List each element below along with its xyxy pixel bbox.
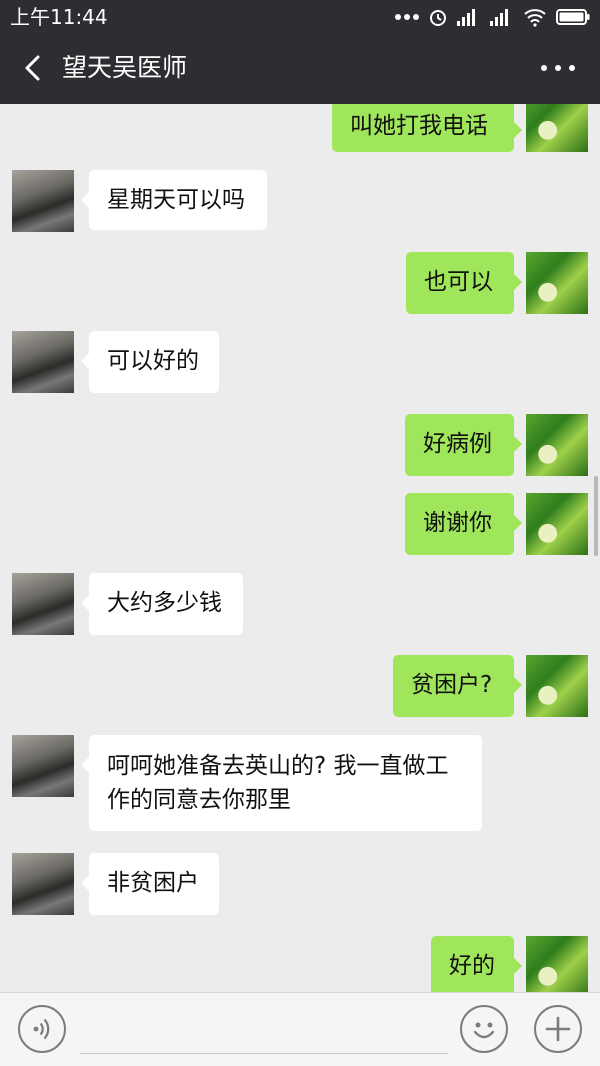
message-text: 好病例: [423, 431, 492, 457]
voice-button[interactable]: [18, 1005, 66, 1053]
contact-avatar[interactable]: [12, 735, 74, 797]
contact-avatar[interactable]: [12, 331, 74, 393]
alarm-icon: [430, 10, 446, 26]
message-text: 大约多少钱: [107, 590, 222, 616]
emoji-button[interactable]: [460, 1005, 508, 1053]
my-avatar[interactable]: [526, 104, 588, 152]
received-bubble[interactable]: 大约多少钱: [81, 573, 243, 635]
message-text-line: 作的同意去你那里: [107, 787, 291, 813]
my-avatar[interactable]: [526, 493, 588, 555]
contact-avatar[interactable]: [12, 853, 74, 915]
status-icons: [395, 4, 590, 30]
message-text: 好的: [449, 953, 495, 979]
chat-title: 望天吴医师: [62, 53, 188, 82]
status-bar: 上午11:44: [0, 0, 600, 34]
my-avatar[interactable]: [526, 252, 588, 314]
chat-header: 望天吴医师: [0, 34, 600, 104]
plus-icon: [545, 1016, 571, 1042]
message-text: 叫她打我电话: [350, 113, 488, 139]
received-bubble[interactable]: 可以好的: [81, 331, 219, 393]
more-dots-icon[interactable]: [540, 58, 576, 78]
message-text: 贫困户?: [411, 672, 493, 698]
sent-bubble[interactable]: 谢谢你: [405, 493, 522, 555]
contact-avatar[interactable]: [12, 573, 74, 635]
contact-avatar[interactable]: [12, 170, 74, 232]
message-list[interactable]: 叫她打我电话 星期天可以吗 也可以 可以好的 好病例 谢谢你 大约多少钱 贫困户…: [0, 104, 600, 992]
plus-button[interactable]: [534, 1005, 582, 1053]
my-avatar[interactable]: [526, 414, 588, 476]
sent-bubble[interactable]: 叫她打我电话: [332, 104, 522, 152]
message-text: 可以好的: [107, 348, 199, 374]
received-bubble[interactable]: 星期天可以吗: [81, 170, 267, 230]
chevron-left-icon[interactable]: [14, 48, 54, 88]
message-input[interactable]: [80, 1003, 448, 1054]
message-text: 也可以: [424, 269, 493, 295]
battery-icon: [556, 9, 590, 25]
message-text: 星期天可以吗: [107, 187, 245, 213]
received-bubble[interactable]: 呵呵她准备去英山的? 我一直做工 作的同意去你那里: [81, 735, 482, 831]
sent-bubble[interactable]: 好病例: [405, 414, 522, 476]
received-bubble[interactable]: 非贫困户: [81, 853, 219, 915]
signal-icon: [457, 9, 475, 26]
message-text: 非贫困户: [107, 870, 199, 896]
voice-icon: [33, 1018, 50, 1040]
sent-bubble[interactable]: 好的: [431, 936, 522, 992]
message-text: 谢谢你: [423, 510, 492, 536]
my-avatar[interactable]: [526, 655, 588, 717]
my-avatar[interactable]: [526, 936, 588, 992]
message-text-line: 呵呵她准备去英山的? 我一直做工: [107, 753, 449, 779]
notification-dots-icon: [395, 14, 419, 20]
status-time: 上午11:44: [10, 5, 108, 29]
scrollbar[interactable]: [594, 476, 598, 556]
emoji-icon: [473, 1022, 495, 1039]
wifi-icon: [524, 9, 546, 27]
sent-bubble[interactable]: 也可以: [406, 252, 522, 314]
signal-icon: [490, 9, 508, 26]
sent-bubble[interactable]: 贫困户?: [393, 655, 522, 717]
input-bar: [0, 992, 600, 1066]
